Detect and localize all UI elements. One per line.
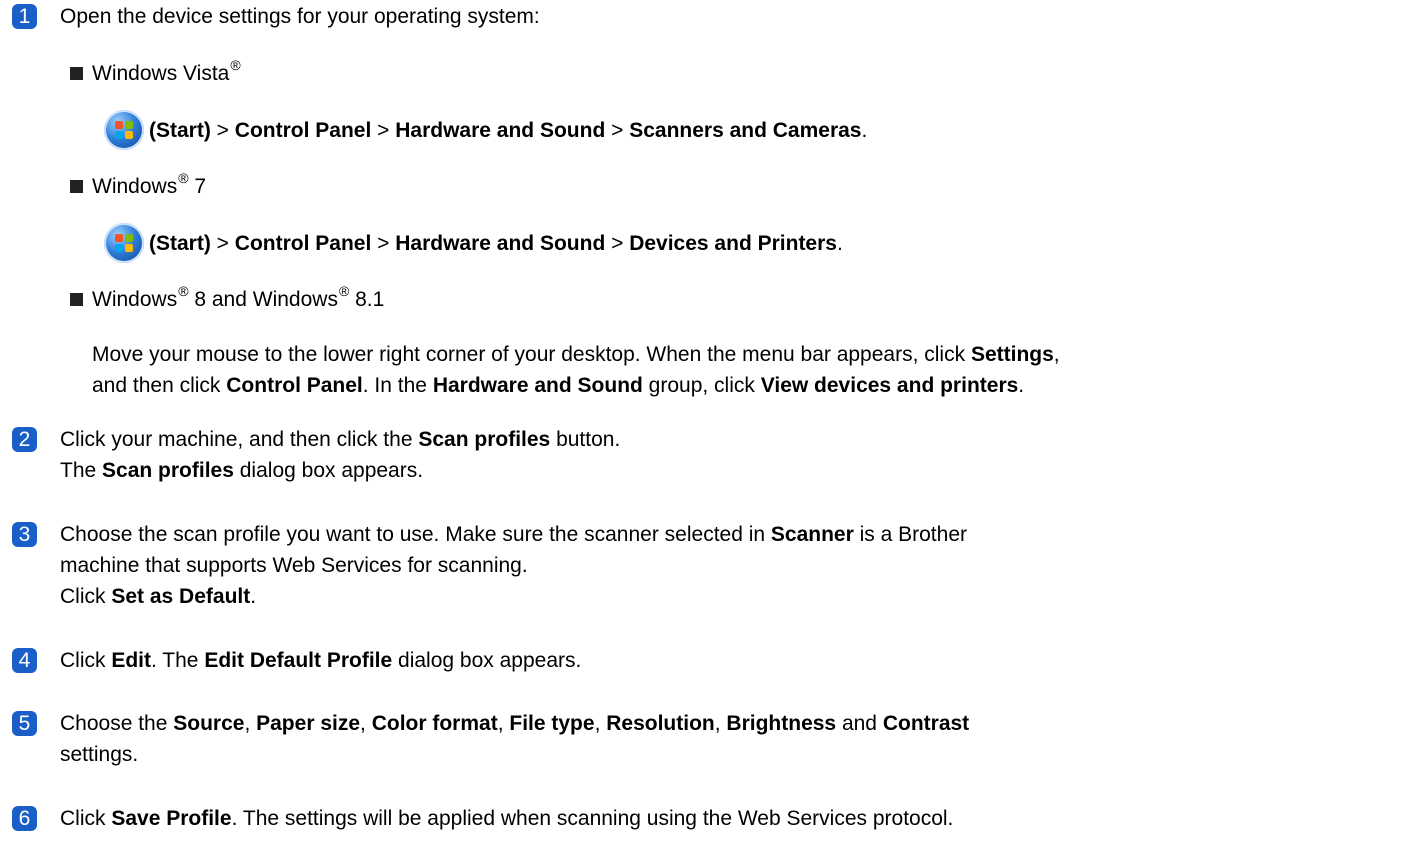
step-number-5: 5: [12, 711, 37, 736]
step-number-1: 1: [12, 4, 37, 29]
bullet-win8: [70, 293, 83, 306]
step-3-line-3: Click Set as Default.: [60, 585, 257, 608]
step-3-line-2: machine that supports Web Services for s…: [60, 554, 528, 577]
win8-line-1: Move your mouse to the lower right corne…: [92, 343, 1060, 366]
bullet-win7: [70, 180, 83, 193]
step-2-line-1: Click your machine, and then click the S…: [60, 428, 621, 451]
windows-start-icon: [104, 110, 144, 150]
os-win7-label: Windows® 7: [92, 170, 207, 198]
step-6-text: Click Save Profile. The settings will be…: [60, 807, 954, 830]
step-number-6: 6: [12, 806, 37, 831]
step-4-text: Click Edit. The Edit Default Profile dia…: [60, 649, 582, 672]
step-number-2: 2: [12, 427, 37, 452]
step-5-line-2: settings.: [60, 743, 139, 766]
step-3-line-1: Choose the scan profile you want to use.…: [60, 523, 967, 546]
step-5-line-1: Choose the Source, Paper size, Color for…: [60, 712, 970, 735]
windows-start-icon: [104, 223, 144, 263]
bullet-vista: [70, 67, 83, 80]
os-vista-label: Windows Vista®: [92, 57, 241, 85]
step-number-3: 3: [12, 522, 37, 547]
os-win8-label: Windows® 8 and Windows® 8.1: [92, 283, 385, 311]
step-1-text: Open the device settings for your operat…: [60, 5, 540, 28]
step-number-4: 4: [12, 648, 37, 673]
step-2-line-2: The Scan profiles dialog box appears.: [60, 459, 424, 482]
win8-line-2: and then click Control Panel. In the Har…: [92, 374, 1025, 397]
win7-path: (Start) > Control Panel > Hardware and S…: [149, 232, 843, 255]
vista-path: (Start) > Control Panel > Hardware and S…: [149, 119, 868, 142]
